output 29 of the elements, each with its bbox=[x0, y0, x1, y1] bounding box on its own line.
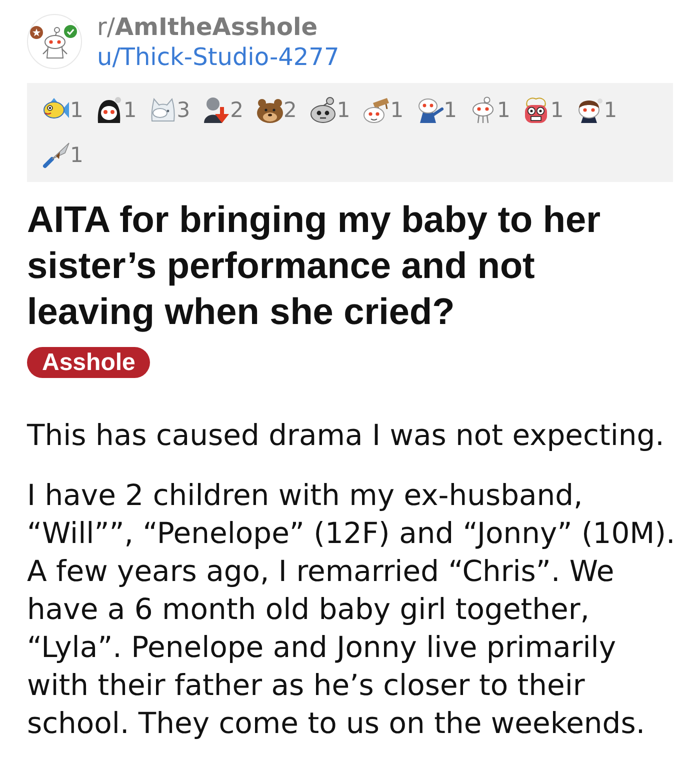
award-count: 1 bbox=[497, 97, 510, 124]
long-hair-mascot-icon bbox=[95, 96, 124, 124]
award-count: 3 bbox=[176, 97, 190, 124]
table-mascot-icon bbox=[362, 96, 390, 124]
award-count: 1 bbox=[550, 97, 564, 124]
award-count: 1 bbox=[70, 142, 84, 169]
subreddit-name[interactable]: r/AmItheAsshole bbox=[97, 12, 318, 42]
award-count: 2 bbox=[230, 97, 244, 124]
pointing-mascot-icon bbox=[416, 96, 444, 124]
check-badge-icon bbox=[64, 25, 77, 38]
star-badge-icon bbox=[30, 26, 43, 39]
username-link[interactable]: u/Thick-Studio-4277 bbox=[97, 42, 340, 72]
award-count: 1 bbox=[444, 97, 457, 124]
body-paragraph: This has caused drama I was not expecting. bbox=[27, 417, 666, 454]
post-title: AITA for bringing my baby to her sister’s performance and not leaving when she cried? bbox=[27, 198, 602, 334]
bear-icon bbox=[256, 96, 284, 124]
cat-icon bbox=[148, 96, 177, 124]
short-hair-mascot-icon bbox=[576, 96, 604, 124]
award-count: 1 bbox=[70, 97, 84, 124]
post-flair: Asshole bbox=[27, 347, 150, 378]
robot-head-icon bbox=[308, 96, 337, 124]
award-count: 1 bbox=[336, 97, 350, 124]
award-count: 2 bbox=[284, 97, 297, 124]
award-count: 1 bbox=[123, 97, 137, 124]
award-count: 1 bbox=[390, 97, 404, 124]
figure-down-arrow-icon bbox=[202, 96, 230, 124]
knife-icon bbox=[42, 141, 70, 169]
award-count: 1 bbox=[604, 97, 618, 124]
body-paragraph: I have 2 children with my ex-husband, “Will””, “Penelope” (12F) and “Jonny” (10M). A few years ago, I remarried “Chris”. We have a 6 month old baby girl together, “Lyla”. Penelope and Jonny live primarily with their father as he’s closer to their school. They come to us on the weekends. bbox=[27, 477, 676, 742]
